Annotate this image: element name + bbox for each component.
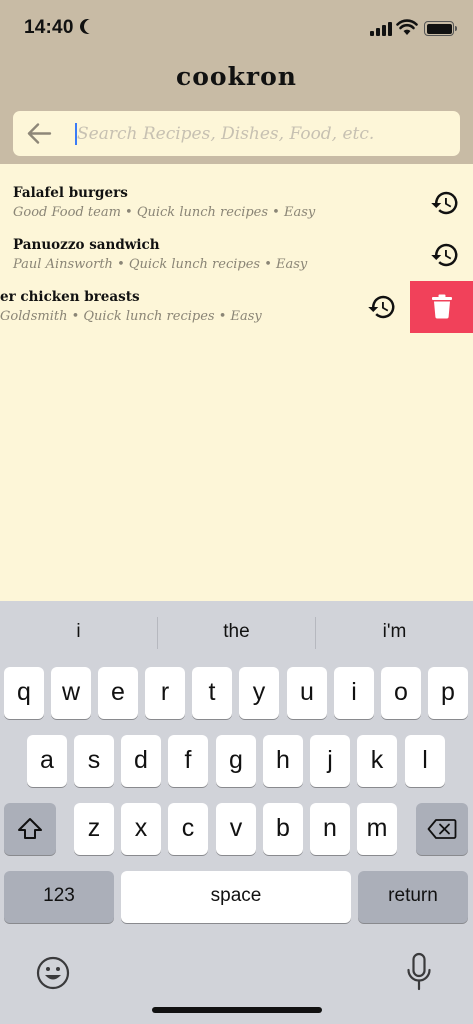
- key-t[interactable]: t: [192, 667, 232, 719]
- key-s[interactable]: s: [74, 735, 114, 787]
- emoji-icon[interactable]: [36, 956, 70, 990]
- suggestion-bar: i the i'm: [0, 601, 473, 663]
- history-icon[interactable]: [430, 240, 460, 270]
- key-w[interactable]: w: [51, 667, 91, 719]
- search-input[interactable]: [77, 111, 447, 156]
- key-b[interactable]: b: [263, 803, 303, 855]
- app-title: cookron: [176, 62, 297, 91]
- space-key[interactable]: space: [121, 871, 351, 923]
- history-item[interactable]: Panuozzo sandwich Paul Ainsworth • Quick…: [13, 237, 393, 289]
- key-e[interactable]: e: [98, 667, 138, 719]
- return-key[interactable]: return: [358, 871, 468, 923]
- key-i[interactable]: i: [334, 667, 374, 719]
- key-m[interactable]: m: [357, 803, 397, 855]
- history-item-title: Panuozzo sandwich: [13, 237, 160, 253]
- signal-icon: [370, 22, 392, 36]
- key-u[interactable]: u: [287, 667, 327, 719]
- history-item-meta: Goldsmith • Quick lunch recipes • Easy: [0, 309, 262, 324]
- history-item-meta: Paul Ainsworth • Quick lunch recipes • E…: [13, 257, 308, 272]
- history-item-title: Falafel burgers: [13, 185, 128, 201]
- key-h[interactable]: h: [263, 735, 303, 787]
- history-item-meta: Good Food team • Quick lunch recipes • E…: [13, 205, 316, 220]
- key-c[interactable]: c: [168, 803, 208, 855]
- key-p[interactable]: p: [428, 667, 468, 719]
- key-r[interactable]: r: [145, 667, 185, 719]
- battery-tip: [455, 26, 457, 31]
- header: 14:40 cookron: [0, 0, 473, 164]
- key-v[interactable]: v: [216, 803, 256, 855]
- microphone-icon[interactable]: [405, 952, 433, 992]
- history-item-title: er chicken breasts: [0, 289, 140, 305]
- status-bar: 14:40: [0, 0, 473, 56]
- delete-button[interactable]: [410, 281, 473, 333]
- trash-icon: [432, 294, 452, 319]
- status-time: 14:40: [24, 17, 74, 38]
- numbers-key[interactable]: 123: [4, 871, 114, 923]
- suggestion-item[interactable]: i'm: [316, 601, 473, 663]
- key-o[interactable]: o: [381, 667, 421, 719]
- history-item-swiped[interactable]: er chicken breasts Goldsmith • Quick lun…: [0, 289, 340, 341]
- key-j[interactable]: j: [310, 735, 350, 787]
- key-g[interactable]: g: [216, 735, 256, 787]
- suggestion-item[interactable]: the: [158, 601, 315, 663]
- battery-icon: [424, 21, 454, 36]
- shift-icon: [18, 818, 42, 839]
- moon-icon: [84, 19, 99, 34]
- key-n[interactable]: n: [310, 803, 350, 855]
- home-indicator[interactable]: [152, 1007, 322, 1013]
- back-arrow-icon[interactable]: [25, 121, 53, 146]
- key-k[interactable]: k: [357, 735, 397, 787]
- keyboard: i the i'm q w e r t y u i o p a s d f g …: [0, 601, 473, 1024]
- history-icon[interactable]: [430, 188, 460, 218]
- key-y[interactable]: y: [239, 667, 279, 719]
- key-x[interactable]: x: [121, 803, 161, 855]
- shift-key[interactable]: [4, 803, 56, 855]
- key-f[interactable]: f: [168, 735, 208, 787]
- search-bar[interactable]: [13, 111, 460, 156]
- backspace-key[interactable]: [416, 803, 468, 855]
- suggestion-item[interactable]: i: [0, 601, 157, 663]
- key-q[interactable]: q: [4, 667, 44, 719]
- history-item[interactable]: Falafel burgers Good Food team • Quick l…: [13, 185, 393, 237]
- key-a[interactable]: a: [27, 735, 67, 787]
- history-icon[interactable]: [367, 292, 397, 322]
- key-d[interactable]: d: [121, 735, 161, 787]
- wifi-icon: [396, 19, 418, 35]
- key-z[interactable]: z: [74, 803, 114, 855]
- backspace-icon: [427, 819, 457, 839]
- key-l[interactable]: l: [405, 735, 445, 787]
